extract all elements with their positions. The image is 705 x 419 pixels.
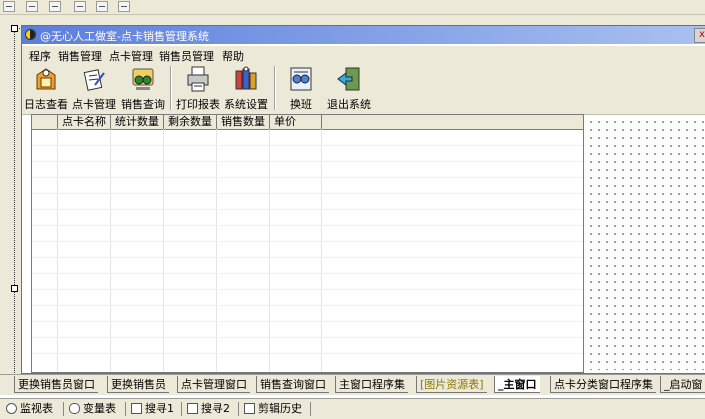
tab-separator <box>125 402 126 416</box>
tab-search-1-label: 搜寻1 <box>145 402 174 415</box>
resize-handle[interactable] <box>11 25 18 32</box>
designer-tab-bar: 更换销售员窗口 更换销售员 点卡管理窗口 销售查询窗口 主窗口程序集 [图片资源… <box>0 374 705 395</box>
grid-row-line <box>32 289 583 290</box>
design-grid-dots <box>587 118 704 370</box>
close-button[interactable]: x <box>694 28 705 43</box>
sales-query-label: 销售查询 <box>121 98 165 111</box>
tab-change-seller-window[interactable]: 更换销售员窗口 <box>14 376 98 393</box>
grid-row-line <box>32 145 583 146</box>
search-window-icon <box>187 403 198 414</box>
grid-header: 点卡名称 统计数量 剩余数量 销售数量 单价 <box>32 115 583 130</box>
system-settings-button[interactable]: 系统设置 <box>223 65 269 113</box>
grid-row-line <box>32 257 583 258</box>
tab-main-window[interactable]: _主窗口 <box>494 376 540 393</box>
grid-row-line <box>32 225 583 226</box>
log-view-label: 日志查看 <box>24 98 68 111</box>
tab-separator <box>238 402 239 416</box>
tab-clip-history[interactable]: 剪辑历史 <box>244 401 302 417</box>
align-right-icon[interactable] <box>49 1 61 12</box>
grid-col-card-name[interactable]: 点卡名称 <box>58 115 111 129</box>
toolbar: 日志查看 点卡管理 销售查询 打印报表 系统设置 换班 退出系统 <box>22 62 705 115</box>
align-center-icon[interactable] <box>26 1 38 12</box>
window-title: @无心人工做室-点卡销售管理系统 <box>40 30 209 43</box>
exit-system-label: 退出系统 <box>327 98 371 111</box>
log-view-icon <box>36 68 56 90</box>
grid-column-line <box>321 129 322 372</box>
grid-col-remaining-qty[interactable]: 剩余数量 <box>164 115 217 129</box>
grid-row-line <box>32 353 583 354</box>
tab-change-seller[interactable]: 更换销售员 <box>107 376 169 393</box>
settings-icon <box>235 66 257 90</box>
card-manage-label: 点卡管理 <box>72 98 116 111</box>
grid-row-line <box>32 209 583 210</box>
card-manage-button[interactable]: 点卡管理 <box>70 65 118 113</box>
tab-search-2-label: 搜寻2 <box>201 402 230 415</box>
card-sales-grid[interactable]: 点卡名称 统计数量 剩余数量 销售数量 单价 <box>31 114 584 373</box>
tab-startup-window[interactable]: _启动窗 <box>660 376 705 393</box>
tab-image-resources[interactable]: [图片资源表] <box>416 376 487 393</box>
tab-sales-query-window[interactable]: 销售查询窗口 <box>256 376 329 393</box>
tab-card-category-module[interactable]: 点卡分类窗口程序集 <box>550 376 656 393</box>
toolbar-separator <box>274 66 276 110</box>
print-report-label: 打印报表 <box>176 98 220 111</box>
grid-column-line <box>216 129 217 372</box>
align-left-icon[interactable] <box>3 1 15 12</box>
tab-watch-table[interactable]: 监视表 <box>6 401 53 417</box>
tab-variable-table-label: 变量表 <box>83 402 116 415</box>
sales-query-button[interactable]: 销售查询 <box>120 65 166 113</box>
sales-query-icon <box>132 68 154 90</box>
shift-change-icon <box>290 67 312 91</box>
grid-row-line <box>32 177 583 178</box>
grid-row-line <box>32 321 583 322</box>
tab-card-manage-window[interactable]: 点卡管理窗口 <box>177 376 250 393</box>
grid-column-line <box>269 129 270 372</box>
grid-col-row-indicator <box>32 115 58 129</box>
tab-search-1[interactable]: 搜寻1 <box>131 401 174 417</box>
shift-change-button[interactable]: 换班 <box>284 65 318 113</box>
tab-separator <box>63 402 64 416</box>
grid-column-line <box>57 129 58 372</box>
system-settings-label: 系统设置 <box>224 98 268 111</box>
grid-row-line <box>32 193 583 194</box>
tab-variable-table[interactable]: 变量表 <box>69 401 116 417</box>
exit-system-button[interactable]: 退出系统 <box>326 65 372 113</box>
tab-watch-table-label: 监视表 <box>20 402 53 415</box>
clipboard-icon <box>244 403 255 414</box>
resize-handle[interactable] <box>11 285 18 292</box>
bottom-panel-tabs: 监视表 变量表 搜寻1 搜寻2 剪辑历史 <box>0 398 705 419</box>
log-view-button[interactable]: 日志查看 <box>23 65 69 113</box>
grid-column-line <box>163 129 164 372</box>
exit-icon <box>337 67 360 91</box>
window-titlebar: @无心人工做室-点卡销售管理系统 x <box>22 26 705 44</box>
print-report-button[interactable]: 打印报表 <box>175 65 221 113</box>
app-logo-icon <box>25 29 36 40</box>
grid-column-line <box>110 129 111 372</box>
grid-col-sold-qty[interactable]: 销售数量 <box>217 115 270 129</box>
glasses-icon <box>69 403 80 414</box>
grid-row-line <box>32 273 583 274</box>
tab-clip-history-label: 剪辑历史 <box>258 402 302 415</box>
same-height-icon[interactable] <box>96 1 108 12</box>
tab-separator <box>181 402 182 416</box>
designer-toolbar <box>0 0 705 15</box>
printer-icon <box>187 66 209 92</box>
grid-row-line <box>32 337 583 338</box>
main-window: @无心人工做室-点卡销售管理系统 x 程序 销售管理 点卡管理 销售员管理 帮助… <box>21 25 705 374</box>
tab-separator <box>310 402 311 416</box>
grid-row-line <box>32 161 583 162</box>
tab-search-2[interactable]: 搜寻2 <box>187 401 230 417</box>
same-width-icon[interactable] <box>74 1 86 12</box>
card-manage-icon <box>83 69 105 91</box>
menu-bar: 程序 销售管理 点卡管理 销售员管理 帮助 <box>22 46 705 63</box>
magnifier-icon <box>6 403 17 414</box>
grid-row-line <box>32 241 583 242</box>
tab-main-window-module[interactable]: 主窗口程序集 <box>335 376 408 393</box>
search-window-icon <box>131 403 142 414</box>
toolbar-separator <box>170 66 172 110</box>
grid-col-unit-price[interactable]: 单价 <box>270 115 322 129</box>
grid-row-line <box>32 305 583 306</box>
shift-change-label: 换班 <box>290 98 312 111</box>
grid-col-total-qty[interactable]: 统计数量 <box>111 115 164 129</box>
same-size-icon[interactable] <box>118 1 130 12</box>
